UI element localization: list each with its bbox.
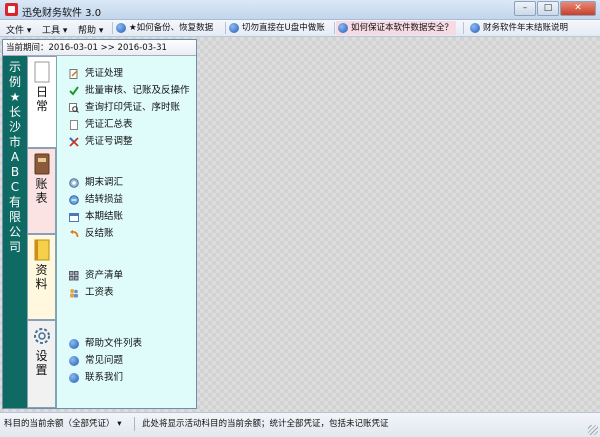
tab-ledger[interactable]: 账表 xyxy=(27,148,56,234)
menu-separator xyxy=(112,22,113,34)
notebook-icon xyxy=(34,239,49,261)
globe-icon xyxy=(69,373,79,383)
menu-separator xyxy=(225,22,226,34)
item-voucher-process[interactable]: 凭证处理 xyxy=(69,67,123,81)
app-logo-icon xyxy=(5,3,18,16)
gear-icon xyxy=(33,328,50,344)
globe-icon xyxy=(229,23,239,33)
window-controls: – □ ✕ xyxy=(513,1,596,16)
item-faq[interactable]: 常见问题 xyxy=(69,354,123,368)
resize-grip[interactable] xyxy=(588,425,598,435)
item-query-print[interactable]: 查询打印凭证、序时账 xyxy=(69,101,180,115)
item-close-period[interactable]: 本期结账 xyxy=(69,210,123,224)
category-tabs: 日常 账表 资料 设置 xyxy=(27,56,56,408)
people-icon xyxy=(70,289,78,298)
ledger-book-icon xyxy=(34,153,49,175)
check-icon xyxy=(69,86,79,96)
exchange-icon xyxy=(69,178,79,188)
menu-file[interactable]: 文件 ▾ xyxy=(6,23,31,36)
globe-icon xyxy=(470,23,480,33)
menu-bar: 文件 ▾ 工具 ▾ 帮助 ▾ ★如何备份、恢复数据 切勿直接在U盘中做账 如何保… xyxy=(0,20,600,37)
shortcut-data-security[interactable]: 如何保证本软件数据安全？ xyxy=(336,21,457,35)
globe-icon xyxy=(69,356,79,366)
grid-list-icon xyxy=(69,271,79,281)
balance-mode-dropdown[interactable]: 科目的当前余额（全部凭证） ▾ xyxy=(4,413,121,435)
item-voucher-renumber[interactable]: 凭证号调整 xyxy=(69,135,133,149)
globe-icon xyxy=(69,339,79,349)
transfer-icon xyxy=(69,195,79,205)
status-divider xyxy=(134,417,135,431)
globe-icon xyxy=(338,23,348,33)
item-reverse-close[interactable]: 反结账 xyxy=(69,227,114,241)
search-document-icon xyxy=(69,103,79,113)
globe-icon xyxy=(116,23,126,33)
tools-icon xyxy=(69,137,79,147)
item-payroll[interactable]: 工资表 xyxy=(69,286,114,300)
minimize-button[interactable]: – xyxy=(514,1,536,16)
item-help-files[interactable]: 帮助文件列表 xyxy=(69,337,142,351)
menu-separator xyxy=(463,22,464,34)
function-list: 凭证处理 批量审核、记账及反操作 查询打印凭证、序时账 凭证汇总表 凭证号调整 … xyxy=(56,56,196,408)
item-contact-us[interactable]: 联系我们 xyxy=(69,371,123,385)
undo-icon xyxy=(70,229,79,238)
window-title: 迅免财务软件 3.0 xyxy=(22,8,102,19)
navigation-panel: 当前期间：2016-03-01 >> 2016-03-31 示 例 ★ 长 沙 … xyxy=(2,39,197,409)
item-carry-profit-loss[interactable]: 结转损益 xyxy=(69,193,123,207)
maximize-button[interactable]: □ xyxy=(537,1,559,16)
company-name: 示 例 ★ 长 沙 市 A B C 有 限 公 司 xyxy=(3,56,27,408)
menu-tools[interactable]: 工具 ▾ xyxy=(42,23,67,36)
tab-daily[interactable]: 日常 xyxy=(27,56,56,148)
menu-help[interactable]: 帮助 ▾ xyxy=(78,23,103,36)
calendar-icon xyxy=(69,213,79,222)
current-period: 当前期间：2016-03-01 >> 2016-03-31 xyxy=(3,40,196,56)
close-button[interactable]: ✕ xyxy=(560,1,596,16)
shortcut-backup-restore[interactable]: ★如何备份、恢复数据 xyxy=(114,21,216,35)
status-bar: 科目的当前余额（全部凭证） ▾ 此处将显示活动科目的当前余额；统计全部凭证，包括… xyxy=(0,412,600,437)
item-period-end-adjust[interactable]: 期末调汇 xyxy=(69,176,123,190)
status-message: 此处将显示活动科目的当前余额；统计全部凭证，包括未记账凭证 xyxy=(142,419,389,429)
item-voucher-summary[interactable]: 凭证汇总表 xyxy=(69,118,133,132)
item-asset-list[interactable]: 资产清单 xyxy=(69,269,123,283)
blank-page-icon xyxy=(34,61,50,83)
shortcut-usb-warning[interactable]: 切勿直接在U盘中做账 xyxy=(227,21,328,35)
shortcut-year-end[interactable]: 财务软件年末结账说明 xyxy=(468,21,571,35)
document-icon xyxy=(70,120,78,130)
tab-settings[interactable]: 设置 xyxy=(27,320,56,408)
tab-data[interactable]: 资料 xyxy=(27,234,56,320)
edit-document-icon xyxy=(69,69,78,79)
menu-separator xyxy=(334,22,335,34)
title-bar: 迅免财务软件 3.0 – □ ✕ xyxy=(0,0,600,20)
item-batch-audit[interactable]: 批量审核、记账及反操作 xyxy=(69,84,190,98)
